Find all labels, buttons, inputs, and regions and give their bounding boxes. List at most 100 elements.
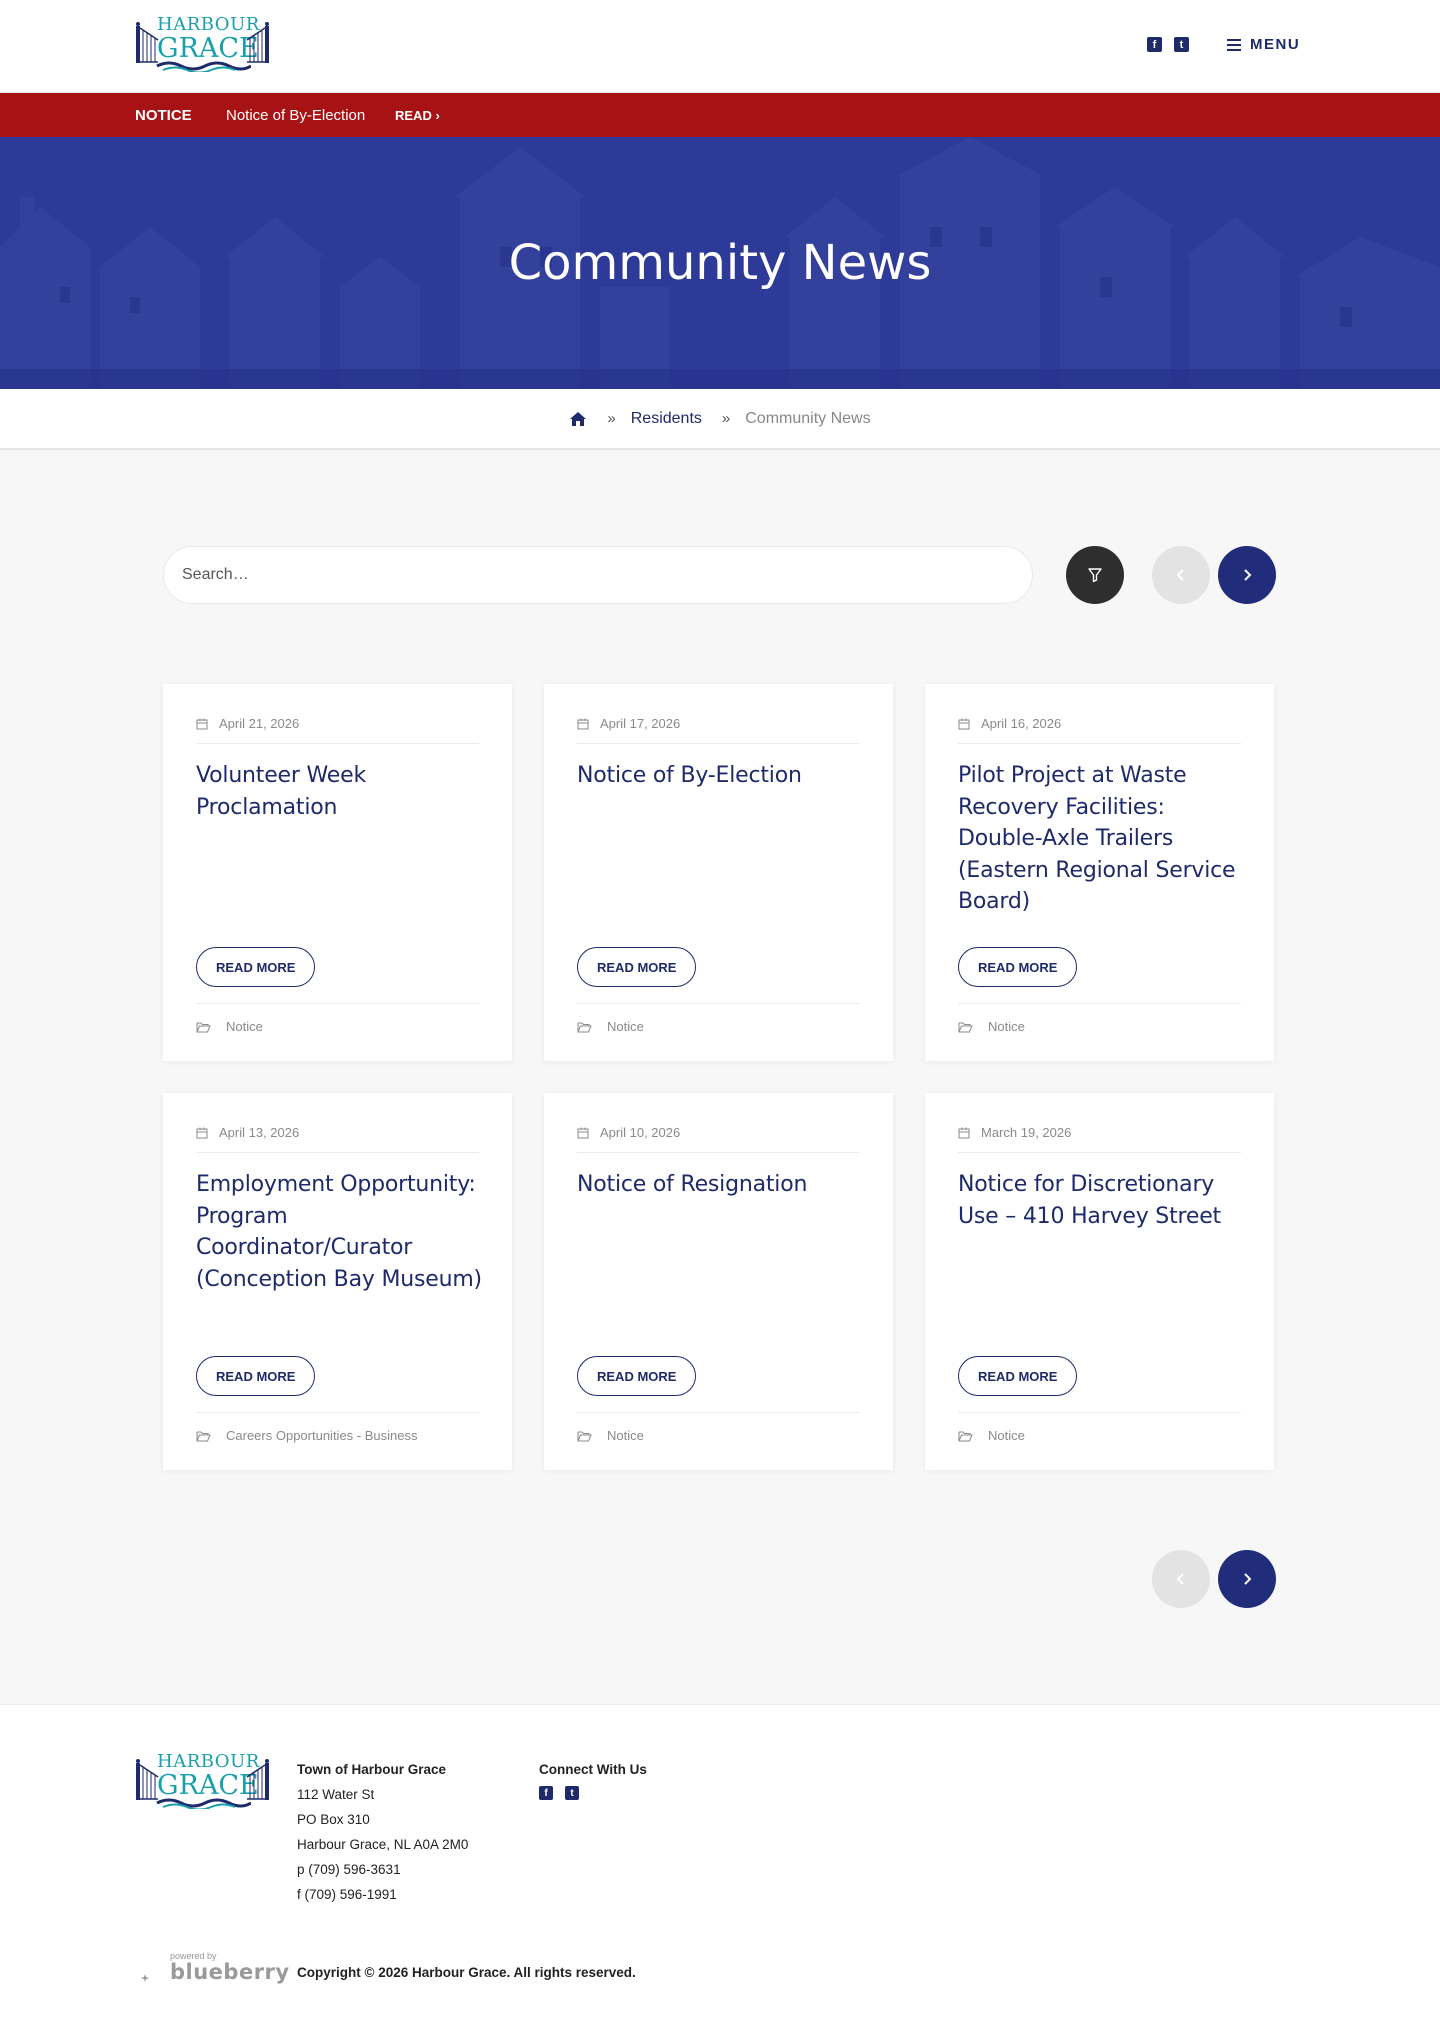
powered-by-brand: blueberry bbox=[170, 1960, 290, 1984]
card-date-text: April 10, 2026 bbox=[600, 1125, 681, 1140]
read-more-button[interactable]: READ MORE bbox=[196, 1356, 316, 1396]
news-listing: April 21, 2026 Volunteer Week Proclamati… bbox=[0, 450, 1440, 1704]
card-category: Notice bbox=[958, 1428, 1025, 1443]
card-title[interactable]: Pilot Project at Waste Recovery Faciliti… bbox=[958, 760, 1246, 918]
calendar-icon bbox=[577, 1127, 589, 1138]
read-more-button[interactable]: READ MORE bbox=[958, 1356, 1078, 1396]
folder-open-icon bbox=[577, 1431, 592, 1441]
card-title[interactable]: Volunteer Week Proclamation bbox=[196, 760, 484, 823]
home-icon[interactable] bbox=[569, 411, 587, 427]
card-category: Notice bbox=[196, 1019, 263, 1034]
logo-bottom-text: GRACE bbox=[157, 33, 259, 64]
news-card: April 10, 2026 Notice of Resignation REA… bbox=[544, 1093, 893, 1470]
gate-left-icon bbox=[136, 22, 159, 63]
menu-button[interactable]: MENU bbox=[1227, 36, 1300, 53]
news-card: April 13, 2026 Employment Opportunity: P… bbox=[163, 1093, 512, 1470]
card-date: April 10, 2026 bbox=[577, 1125, 680, 1140]
card-divider bbox=[196, 1003, 479, 1004]
card-divider bbox=[196, 1152, 479, 1153]
notice-label: NOTICE bbox=[135, 107, 192, 124]
notice-read-link[interactable]: READ › bbox=[395, 108, 440, 123]
chevron-right-icon bbox=[1244, 569, 1252, 581]
footer-logo[interactable]: HARBOUR GRACE bbox=[135, 1753, 270, 1811]
chevron-right-icon bbox=[1244, 1573, 1252, 1585]
card-divider bbox=[958, 1003, 1241, 1004]
facebook-icon[interactable]: f bbox=[539, 1786, 553, 1800]
blueberry-leaf-icon bbox=[141, 1974, 149, 1982]
logo-bottom-text: GRACE bbox=[157, 1770, 259, 1801]
card-divider bbox=[577, 1152, 860, 1153]
chevron-left-icon bbox=[1176, 1573, 1184, 1585]
next-page-button-bottom[interactable] bbox=[1218, 1550, 1276, 1608]
facebook-icon[interactable]: f bbox=[1147, 37, 1162, 52]
logo-wordmark: HARBOUR GRACE bbox=[157, 1751, 260, 1801]
menu-label: MENU bbox=[1250, 36, 1301, 53]
breadcrumb-separator-icon: » bbox=[607, 410, 616, 427]
card-date-text: April 16, 2026 bbox=[981, 716, 1062, 731]
footer-address-line: 112 Water St bbox=[297, 1787, 375, 1802]
news-card: April 21, 2026 Volunteer Week Proclamati… bbox=[163, 684, 512, 1061]
card-divider bbox=[577, 1412, 860, 1413]
news-card: April 17, 2026 Notice of By-Election REA… bbox=[544, 684, 893, 1061]
news-card: March 19, 2026 Notice for Discretionary … bbox=[925, 1093, 1274, 1470]
breadcrumb-current: Community News bbox=[745, 409, 871, 427]
read-more-button[interactable]: READ MORE bbox=[958, 947, 1078, 987]
folder-open-icon bbox=[958, 1431, 973, 1441]
search-input[interactable] bbox=[163, 546, 1033, 604]
read-more-button[interactable]: READ MORE bbox=[577, 947, 697, 987]
breadcrumb: » Residents » Community News bbox=[0, 389, 1440, 450]
calendar-icon bbox=[196, 718, 208, 729]
footer-address-line: Harbour Grace, NL A0A 2M0 bbox=[297, 1837, 469, 1852]
card-category-text[interactable]: Notice bbox=[607, 1428, 644, 1443]
footer-address: Town of Harbour Grace 112 Water St PO Bo… bbox=[297, 1757, 468, 1907]
twitter-icon[interactable]: t bbox=[1174, 37, 1189, 52]
card-date: April 21, 2026 bbox=[196, 716, 299, 731]
logo-top-text: HARBOUR bbox=[157, 1751, 260, 1772]
calendar-icon bbox=[577, 718, 589, 729]
footer-phone[interactable]: p (709) 596-3631 bbox=[297, 1857, 468, 1882]
header-social-links: f t bbox=[1147, 37, 1189, 52]
wave-icon bbox=[156, 1798, 251, 1809]
read-more-button[interactable]: READ MORE bbox=[577, 1356, 697, 1396]
page-title: Community News bbox=[508, 235, 932, 291]
filter-icon bbox=[1088, 568, 1102, 583]
breadcrumb-residents-link[interactable]: Residents bbox=[631, 410, 702, 428]
card-title[interactable]: Notice of Resignation bbox=[577, 1169, 865, 1201]
news-card: April 16, 2026 Pilot Project at Waste Re… bbox=[925, 684, 1274, 1061]
folder-open-icon bbox=[196, 1431, 211, 1441]
twitter-icon[interactable]: t bbox=[565, 1786, 579, 1800]
card-category: Notice bbox=[577, 1019, 644, 1034]
site-logo[interactable]: HARBOUR GRACE bbox=[135, 16, 270, 74]
next-page-button[interactable] bbox=[1218, 546, 1276, 604]
card-category-text[interactable]: Notice bbox=[226, 1019, 263, 1034]
footer-address-line: PO Box 310 bbox=[297, 1812, 370, 1827]
notice-bar: NOTICE Notice of By-Election READ › bbox=[0, 93, 1440, 137]
card-title[interactable]: Notice of By-Election bbox=[577, 760, 865, 792]
card-divider bbox=[577, 1003, 860, 1004]
card-date-text: March 19, 2026 bbox=[981, 1125, 1072, 1140]
hero-banner: Community News bbox=[0, 137, 1440, 389]
card-title[interactable]: Notice for Discretionary Use – 410 Harve… bbox=[958, 1169, 1246, 1232]
powered-by-badge[interactable]: powered by blueberry bbox=[140, 1951, 290, 1983]
prev-page-button[interactable] bbox=[1152, 546, 1210, 604]
card-divider bbox=[958, 743, 1241, 744]
filter-button[interactable] bbox=[1066, 546, 1124, 604]
chevron-left-icon bbox=[1176, 569, 1184, 581]
card-date-text: April 21, 2026 bbox=[219, 716, 300, 731]
card-divider bbox=[577, 743, 860, 744]
card-category-text[interactable]: Notice bbox=[988, 1428, 1025, 1443]
card-title[interactable]: Employment Opportunity: Program Coordina… bbox=[196, 1169, 484, 1295]
footer-address-heading: Town of Harbour Grace bbox=[297, 1762, 447, 1777]
gate-right-icon bbox=[246, 1759, 269, 1800]
card-divider bbox=[196, 1412, 479, 1413]
card-category-text[interactable]: Notice bbox=[607, 1019, 644, 1034]
card-category-text[interactable]: Notice bbox=[988, 1019, 1025, 1034]
card-category-text[interactable]: Careers Opportunities - Business bbox=[226, 1428, 417, 1443]
read-more-button[interactable]: READ MORE bbox=[196, 947, 316, 987]
footer-social-links: f t bbox=[539, 1786, 647, 1800]
hamburger-icon bbox=[1227, 38, 1241, 51]
prev-page-button-bottom[interactable] bbox=[1152, 1550, 1210, 1608]
card-date-text: April 13, 2026 bbox=[219, 1125, 300, 1140]
powered-by-text: powered by blueberry bbox=[170, 1951, 290, 1983]
folder-open-icon bbox=[958, 1022, 973, 1032]
